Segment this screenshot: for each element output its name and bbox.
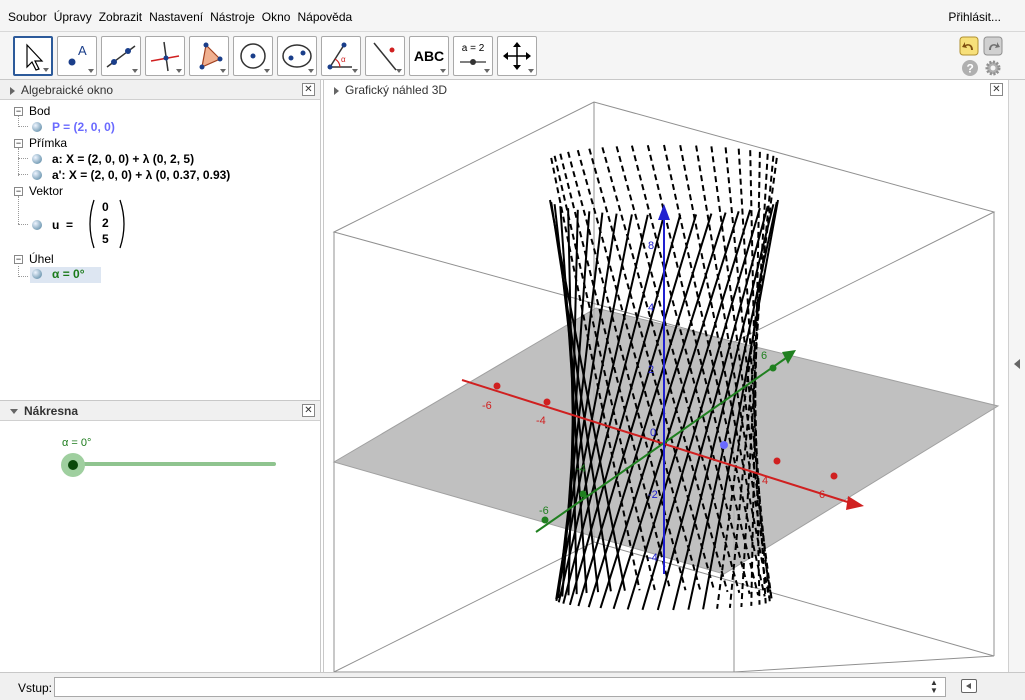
circle-tool-button[interactable] xyxy=(233,36,273,76)
tree-category-primka[interactable]: − Přímka xyxy=(14,136,67,150)
svg-text:4: 4 xyxy=(762,475,768,487)
drawing-panel-header[interactable]: Nákresna ✕ xyxy=(0,401,320,421)
redo-icon[interactable] xyxy=(983,36,1003,56)
tree-category-vektor[interactable]: − Vektor xyxy=(14,184,63,198)
input-history-spinner-icon[interactable]: ▲ ▼ xyxy=(930,679,938,695)
toolbar: A α ABC a = 2 ? xyxy=(0,32,1025,80)
menu-bar: Soubor Úpravy Zobrazit Nastavení Nástroj… xyxy=(0,0,1025,32)
algebra-item-line-a[interactable]: a: X = (2, 0, 0) + λ (0, 2, 5) xyxy=(32,152,194,166)
slider-label: α = 0° xyxy=(62,437,92,449)
collapse-left-icon[interactable] xyxy=(1012,358,1022,370)
svg-text:A: A xyxy=(78,43,87,58)
3d-view-canvas[interactable]: -6 -4 4 6 -6 -4 6 8 4 2 0 -2 -4 xyxy=(324,100,1008,672)
menu-napoveda[interactable]: Nápověda xyxy=(297,10,352,24)
collapse-caret-icon[interactable] xyxy=(10,86,15,95)
menu-soubor[interactable]: Soubor xyxy=(8,10,47,24)
x-axis-arrow-icon xyxy=(846,496,864,510)
help-icon[interactable]: ? xyxy=(961,59,981,79)
settings-gear-icon[interactable] xyxy=(984,59,1004,79)
svg-text:-4: -4 xyxy=(576,463,586,475)
svg-text:6: 6 xyxy=(819,489,825,501)
close-icon[interactable]: ✕ xyxy=(302,83,315,96)
perpendicular-tool-button[interactable] xyxy=(145,36,185,76)
graphics-3d-header[interactable]: Grafický náhled 3D ✕ xyxy=(324,80,1008,100)
algebra-item-vector-u[interactable]: u = xyxy=(32,218,73,232)
visibility-toggle-icon[interactable] xyxy=(32,269,42,279)
line-tool-button[interactable] xyxy=(101,36,141,76)
geogebra-window: Soubor Úpravy Zobrazit Nastavení Nástroj… xyxy=(0,0,1025,700)
svg-text:8: 8 xyxy=(648,240,654,252)
side-collapse-strip[interactable] xyxy=(1008,80,1025,672)
z-axis-arrow-icon xyxy=(658,204,670,220)
input-label: Vstup: xyxy=(18,681,53,695)
visibility-toggle-icon[interactable] xyxy=(32,122,42,132)
algebra-panel-title: Algebraické okno xyxy=(21,83,114,97)
svg-text:-4: -4 xyxy=(536,415,546,427)
move-view-tool-button[interactable] xyxy=(497,36,537,76)
visibility-toggle-icon[interactable] xyxy=(32,170,42,180)
drawing-panel-title: Nákresna xyxy=(24,404,79,418)
vector-component-x: 0 xyxy=(102,200,109,214)
move-tool-button[interactable] xyxy=(13,36,53,76)
point-tool-button[interactable]: A xyxy=(57,36,97,76)
collapse-caret-icon[interactable] xyxy=(10,409,18,415)
slider-tool-button[interactable]: a = 2 xyxy=(453,36,493,76)
text-tool-button[interactable]: ABC xyxy=(409,36,449,76)
svg-text:-4: -4 xyxy=(648,552,658,564)
graphics-3d-panel: Grafický náhled 3D ✕ -6 -4 4 6 -6 -4 6 8… xyxy=(323,80,1008,672)
svg-text:-6: -6 xyxy=(539,505,549,517)
close-icon[interactable]: ✕ xyxy=(302,404,315,417)
login-link[interactable]: Přihlásit... xyxy=(948,10,1001,24)
algebra-item-point-p[interactable]: P = (2, 0, 0) xyxy=(32,120,115,134)
menu-upravy[interactable]: Úpravy xyxy=(54,10,92,24)
visibility-toggle-icon[interactable] xyxy=(32,154,42,164)
algebra-item-angle-alpha[interactable]: α = 0° xyxy=(30,267,101,283)
menu-okno[interactable]: Okno xyxy=(262,10,291,24)
svg-text:0: 0 xyxy=(650,427,656,439)
menu-zobrazit[interactable]: Zobrazit xyxy=(99,10,142,24)
algebra-item-line-a-prime[interactable]: a': X = (2, 0, 0) + λ (0, 0.37, 0.93) xyxy=(32,168,230,182)
close-icon[interactable]: ✕ xyxy=(990,83,1003,96)
undo-icon[interactable] xyxy=(959,36,979,56)
svg-text:-2: -2 xyxy=(648,489,658,501)
command-input[interactable] xyxy=(54,677,946,697)
input-help-icon[interactable] xyxy=(961,679,977,693)
tree-category-uhel[interactable]: − Úhel xyxy=(14,252,54,266)
drawing-panel: Nákresna ✕ α = 0° xyxy=(0,400,321,672)
angle-tool-button[interactable]: α xyxy=(321,36,361,76)
svg-text:α: α xyxy=(341,55,346,64)
menu-nastroje[interactable]: Nástroje xyxy=(210,10,255,24)
reflect-tool-button[interactable] xyxy=(365,36,405,76)
menu-nastaveni[interactable]: Nastavení xyxy=(149,10,203,24)
text-tool-label: ABC xyxy=(413,48,445,64)
svg-text:?: ? xyxy=(967,62,974,76)
algebra-panel: Algebraické okno ✕ − Bod P = (2, 0, 0) − P… xyxy=(0,80,321,400)
angle-slider-track[interactable] xyxy=(72,462,276,466)
svg-text:6: 6 xyxy=(761,350,767,362)
visibility-toggle-icon[interactable] xyxy=(32,220,42,230)
algebra-panel-header[interactable]: Algebraické okno ✕ xyxy=(0,80,320,100)
svg-text:2: 2 xyxy=(648,364,654,376)
angle-slider-handle[interactable] xyxy=(61,453,85,477)
ellipse-tool-button[interactable] xyxy=(277,36,317,76)
vector-component-y: 2 xyxy=(102,216,109,230)
graphics-3d-title: Grafický náhled 3D xyxy=(345,83,448,97)
svg-text:4: 4 xyxy=(648,302,654,314)
vector-component-z: 5 xyxy=(102,232,109,246)
collapse-caret-icon[interactable] xyxy=(334,86,339,95)
input-bar: Vstup: ▲ ▼ xyxy=(0,672,1025,700)
tree-category-bod[interactable]: − Bod xyxy=(14,104,50,118)
polygon-tool-button[interactable] xyxy=(189,36,229,76)
point-p[interactable] xyxy=(720,441,728,449)
svg-text:-6: -6 xyxy=(482,400,492,412)
